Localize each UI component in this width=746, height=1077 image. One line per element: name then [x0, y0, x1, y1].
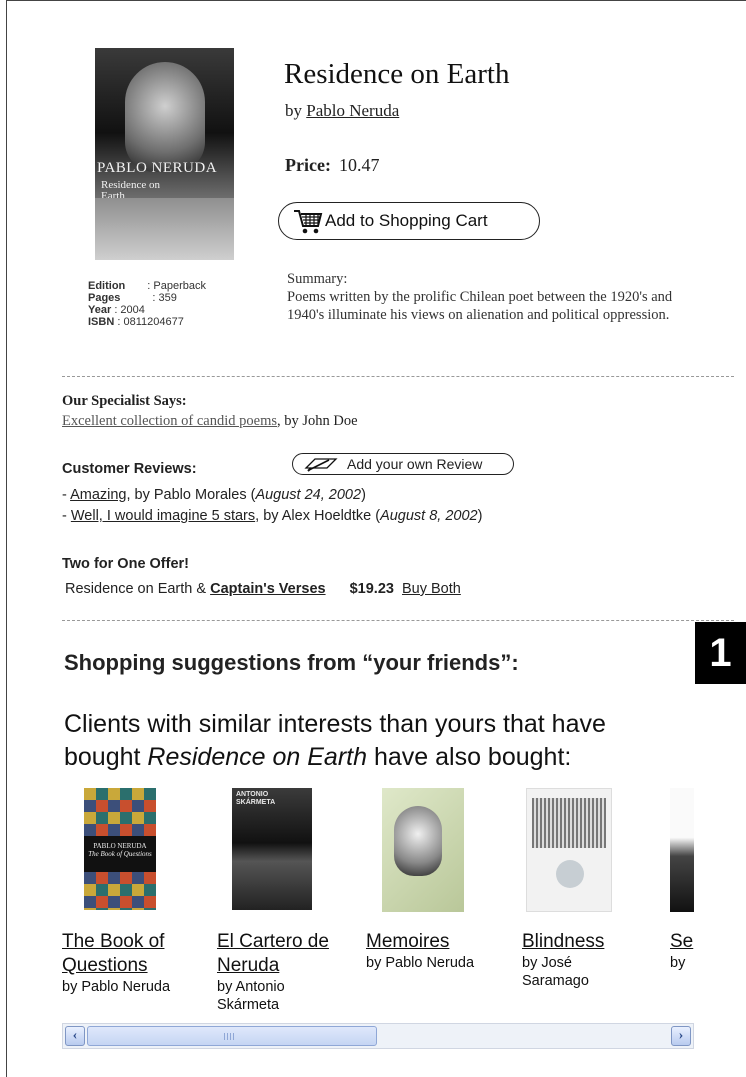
divider	[62, 376, 734, 377]
offer-line: Residence on Earth & Captain's Verses $1…	[65, 581, 461, 597]
pen-paper-icon	[304, 458, 338, 472]
specialist-review-link[interactable]: Excellent collection of candid poems	[62, 413, 277, 429]
summary-heading: Summary:	[287, 271, 348, 287]
add-to-cart-label: Add to Shopping Cart	[325, 211, 488, 230]
chevron-right-icon: ›	[678, 1028, 684, 1043]
scrollbar-thumb[interactable]	[87, 1026, 377, 1046]
customer-reviews-heading: Customer Reviews:	[62, 461, 197, 477]
edition-value: : Paperback	[147, 280, 206, 292]
suggestion-title-link[interactable]: Memoires	[366, 930, 506, 954]
book-cover-thumbnail	[366, 788, 506, 912]
suggestion-title-link[interactable]: Se	[670, 930, 694, 954]
review-date: August 8, 2002	[380, 508, 478, 524]
suggestion-item[interactable]: Blindness by José Saramago	[522, 788, 642, 990]
add-review-button[interactable]: Add your own Review	[292, 453, 514, 475]
year-label: Year	[88, 304, 112, 316]
suggestion-item[interactable]: ANTONIO SKÁRMETA El Cartero de Neruda by …	[217, 788, 337, 1014]
isbn-value: : 0811204677	[117, 316, 184, 328]
book-cover-thumbnail	[670, 788, 694, 912]
book-price: Price: 10.47	[285, 155, 379, 176]
pages-value: : 359	[152, 292, 177, 304]
book-byline: by Pablo Neruda	[285, 101, 399, 121]
book-cover-thumbnail: PABLO NERUDA The Book of Questions	[62, 788, 202, 912]
review-prefix: -	[62, 487, 71, 503]
divider	[62, 620, 734, 621]
suggestion-title-link[interactable]: El Cartero de Neruda	[217, 930, 337, 978]
suggestion-author: by Pablo Neruda	[366, 955, 475, 971]
suggestion-item[interactable]: PABLO NERUDA The Book of Questions The Bo…	[62, 788, 202, 996]
suggestions-text: Clients with similar interests than your…	[64, 708, 684, 774]
suggestion-title-link[interactable]: Blindness	[522, 930, 642, 954]
review-prefix: -	[62, 508, 71, 524]
review-item: - Well, I would imagine 5 stars, by Alex…	[62, 508, 482, 524]
offer-text: Residence on Earth &	[65, 581, 211, 597]
specialist-reviewer: , by John Doe	[277, 413, 358, 429]
suggestions-heading: Shopping suggestions from “your friends”…	[64, 650, 519, 675]
summary: Summary: Poems written by the prolific C…	[287, 270, 707, 324]
review-suffix: )	[477, 508, 483, 524]
cover-landscape	[95, 198, 234, 260]
suggestion-author: by Pablo Neruda	[62, 979, 171, 995]
suggestion-author: by	[670, 955, 686, 971]
review-by: , by Pablo Morales (	[126, 487, 256, 503]
buy-both-link[interactable]: Buy Both	[402, 581, 461, 597]
by-prefix: by	[285, 101, 302, 120]
edition-label: Edition	[88, 280, 126, 292]
review-suffix: )	[361, 487, 366, 503]
shopping-cart-icon	[294, 210, 323, 234]
book-cover: PABLO NERUDA Residence on Earth	[95, 48, 234, 260]
add-review-label: Add your own Review	[347, 456, 483, 472]
price-label: Price:	[285, 155, 331, 175]
specialist-heading: Our Specialist Says:	[62, 393, 187, 409]
offer-heading: Two for One Offer!	[62, 556, 190, 572]
suggestion-author: by José Saramago	[522, 955, 589, 989]
suggestion-author: by Antonio Skármeta	[217, 979, 285, 1013]
book-cover-thumbnail: ANTONIO SKÁRMETA	[217, 788, 337, 912]
review-date: August 24, 2002	[255, 487, 362, 503]
author-link[interactable]: Pablo Neruda	[306, 101, 399, 120]
review-item: - Amazing, by Pablo Morales (August 24, …	[62, 487, 366, 503]
suggestions-book-title: Residence on Earth	[147, 743, 368, 771]
price-value: 10.47	[338, 155, 380, 175]
isbn-label: ISBN	[88, 316, 115, 328]
pages-label: Pages	[88, 292, 121, 304]
suggestion-title-link[interactable]: The Book of Questions	[62, 930, 202, 978]
scroll-left-button[interactable]: ‹	[65, 1026, 85, 1046]
suggestion-item[interactable]: Se by	[670, 788, 694, 972]
year-value: : 2004	[114, 304, 145, 316]
book-details: Edition : Paperback Pages : 359 Year : 200…	[88, 280, 206, 328]
review-link[interactable]: Well, I would imagine 5 stars	[71, 508, 255, 524]
summary-text: Poems written by the prolific Chilean po…	[287, 289, 673, 323]
review-link[interactable]: Amazing	[70, 487, 126, 503]
suggestion-item[interactable]: Memoires by Pablo Neruda	[366, 788, 506, 972]
add-to-cart-button[interactable]: Add to Shopping Cart	[278, 202, 540, 240]
review-by: , by Alex Hoeldtke (	[255, 508, 381, 524]
specialist-review: Excellent collection of candid poems, by…	[62, 413, 358, 430]
book-title: Residence on Earth	[284, 58, 510, 90]
chevron-left-icon: ‹	[72, 1028, 78, 1043]
grip-icon	[224, 1033, 234, 1040]
offer-book-link[interactable]: Captain's Verses	[210, 581, 325, 597]
cover-portrait	[125, 62, 205, 172]
book-cover-thumbnail	[522, 788, 642, 912]
scroll-right-button[interactable]: ›	[671, 1026, 691, 1046]
horizontal-scrollbar[interactable]: ‹ ›	[62, 1023, 694, 1049]
suggestions-text-after: have also bought:	[367, 743, 572, 771]
offer-price: $19.23	[349, 581, 394, 597]
step-badge: 1	[695, 622, 746, 684]
cover-title: PABLO NERUDA	[97, 160, 218, 176]
